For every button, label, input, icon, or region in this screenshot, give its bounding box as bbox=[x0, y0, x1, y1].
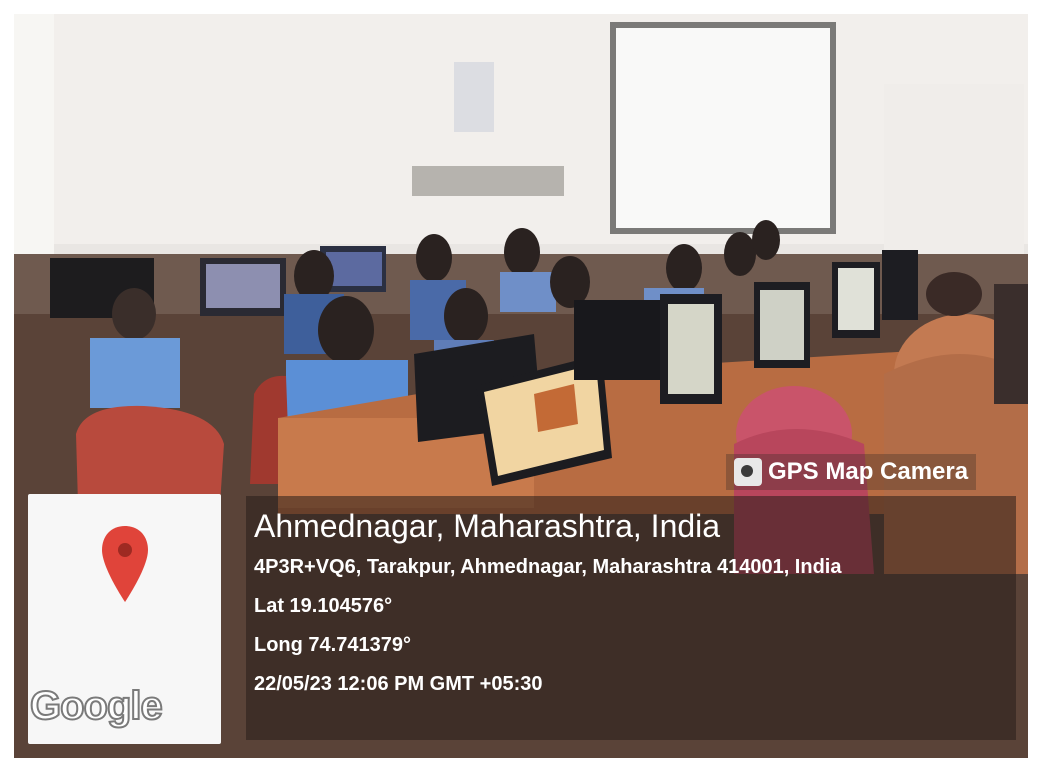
red-chair bbox=[76, 405, 224, 504]
latitude: Lat 19.104576° bbox=[254, 595, 393, 617]
gps-map-camera-badge: GPS Map Camera bbox=[726, 454, 977, 490]
map-pin-icon bbox=[102, 526, 148, 602]
whiteboard bbox=[616, 28, 830, 228]
longitude: Long 74.741379° bbox=[254, 634, 411, 656]
location-info: Ahmednagar, Maharashtra, India 4P3R+VQ6,… bbox=[254, 504, 1014, 704]
location-address: 4P3R+VQ6, Tarakpur, Ahmednagar, Maharash… bbox=[254, 556, 842, 578]
camera-app-icon bbox=[734, 458, 762, 486]
google-logo: Google bbox=[29, 683, 164, 729]
monitor bbox=[574, 300, 660, 380]
map-thumbnail: Google bbox=[28, 494, 221, 744]
monitor bbox=[882, 250, 918, 320]
location-title: Ahmednagar, Maharashtra, India bbox=[254, 508, 721, 544]
photo: GPS Map Camera Google Ahmednagar, Mahara… bbox=[14, 14, 1028, 758]
badge-label: GPS Map Camera bbox=[768, 458, 969, 485]
timestamp: 22/05/23 12:06 PM GMT +05:30 bbox=[254, 673, 543, 695]
shelf bbox=[412, 166, 564, 196]
wall-fixture bbox=[454, 62, 494, 132]
